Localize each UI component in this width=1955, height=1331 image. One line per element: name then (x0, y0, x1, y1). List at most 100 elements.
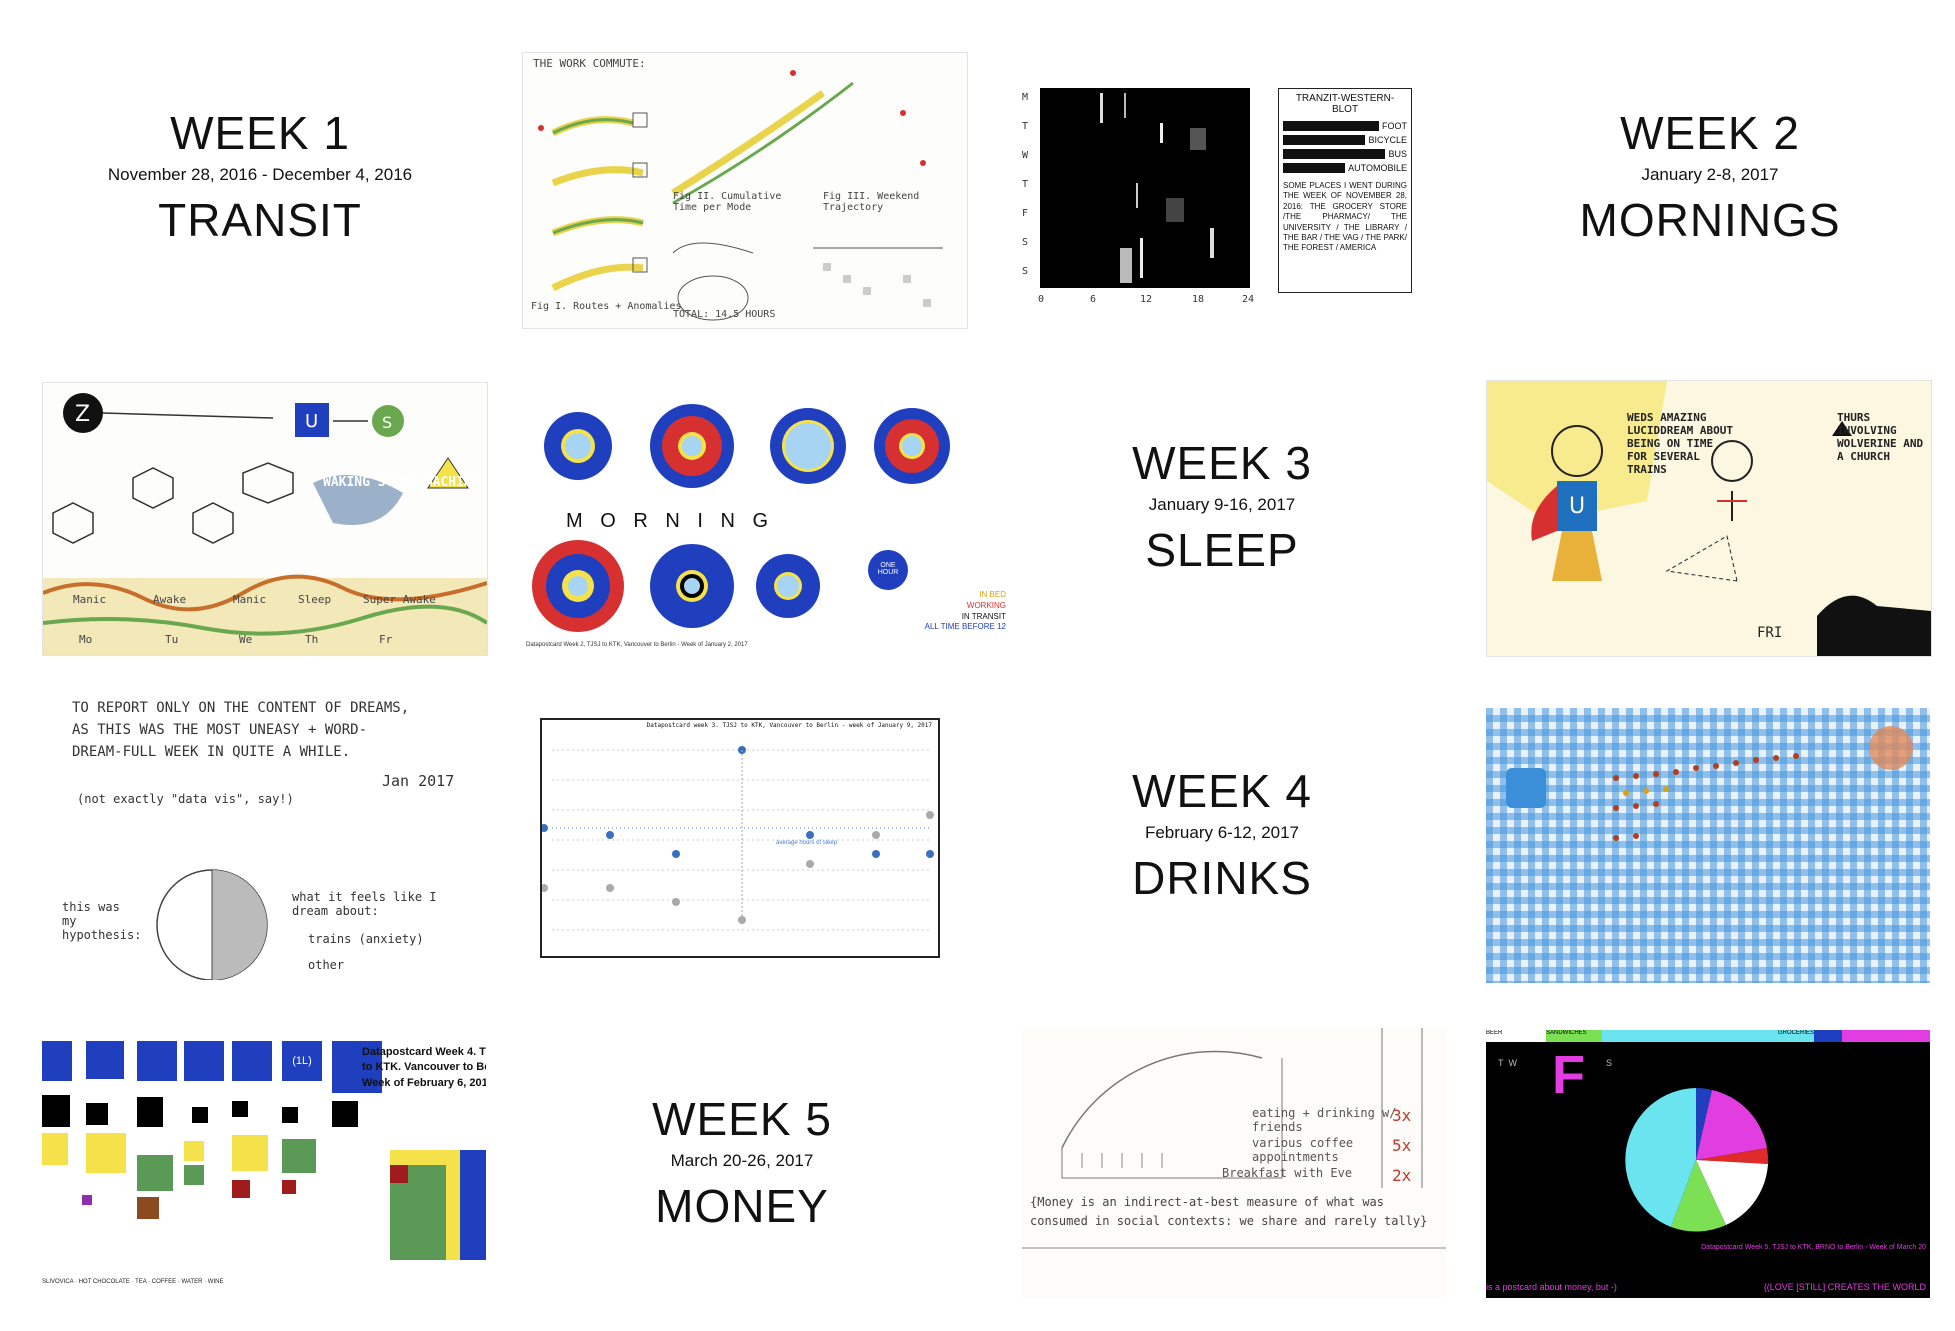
col-label: COFFEE (151, 1279, 177, 1285)
day-label: S (1022, 237, 1029, 248)
legend-item: FOOT (1382, 121, 1407, 131)
note-date: Jan 2017 (382, 772, 455, 790)
waking-state-machine-drawing: Z U S (43, 393, 487, 655)
drinks-gingham-card[interactable] (1486, 708, 1930, 983)
dream-note-left: WEDS AMAZING LUCIDDREAM ABOUT BEING ON T… (1627, 411, 1733, 476)
week-dates: March 20-26, 2017 (670, 1151, 814, 1170)
fig1-label: Fig I. Routes + Anomalies (531, 301, 682, 312)
tick-label: 12 (1140, 294, 1153, 305)
legend-item: BUS (1388, 149, 1407, 159)
day-label: We (239, 633, 253, 646)
day-label: T (1022, 179, 1029, 190)
sleep-dot-chart[interactable]: Datapostcard week 3. TJSJ to KTK, Vancou… (540, 718, 940, 958)
tick-label: 18 (1192, 294, 1205, 305)
week-4-label: WEEK 4 February 6-12, 2017 DRINKS (1022, 768, 1422, 901)
week-theme: MORNINGS (1579, 194, 1841, 246)
option-trains: trains (anxiety) (308, 932, 424, 946)
dream-note-right: THURS INVOLVING WOLVERINE AND A CHURCH (1837, 411, 1924, 463)
mornings-circles-card[interactable]: M O R N I N G ONE HOUR IN BED WORKING IN… (526, 390, 1006, 655)
money-count: 2x (1392, 1166, 1412, 1185)
dream-about-label: what it feels like I dream about: (292, 890, 437, 918)
legend-title: TRANZIT-WESTERN-BLOT (1295, 93, 1395, 115)
sleep-plot (542, 746, 934, 931)
legend-text: SOME PLACES I WENT DURING THE WEEK OF NO… (1283, 181, 1407, 253)
svg-text:U: U (1569, 494, 1585, 519)
week-3-label: WEEK 3 January 9-16, 2017 SLEEP (1022, 440, 1422, 573)
circles-footer: Datapostcard Week 2, TJSJ to KTK, Vancou… (526, 642, 748, 648)
day-label: Th (305, 633, 319, 646)
note-aside: (not exactly "data vis", say!) (77, 792, 294, 806)
state-label: Super Awake (363, 593, 436, 606)
avg-label: average hours of sleep (776, 840, 838, 846)
col-label: HOT CHOCOLATE (78, 1279, 130, 1285)
transit-legend-card[interactable]: TRANZIT-WESTERN-BLOT FOOT BICYCLE BUS AU… (1278, 88, 1412, 293)
day-label: Tu (165, 633, 179, 646)
sleep-sketch-card[interactable]: U WEDS AMAZING LUCIDDREAM ABOUT BEING ON… (1486, 380, 1932, 657)
col-label: WATER (181, 1279, 203, 1285)
svg-text:U: U (305, 411, 318, 432)
col-label: TEA (135, 1279, 147, 1285)
money-pie-card[interactable]: BEER SANDWICHES GROCERIES T W F S Datapo… (1486, 1030, 1930, 1298)
legend-item: AUTOMOBILE (1348, 163, 1407, 173)
legend-items: FOOT BICYCLE BUS AUTOMOBILE (1283, 119, 1407, 175)
state-label: Manic (73, 593, 107, 606)
col-label: WINE (207, 1279, 224, 1285)
sleep-note-card[interactable]: TO REPORT ONLY ON THE CONTENT OF DREAMS,… (62, 700, 482, 980)
fig2-label: Fig II. Cumulative Time per Mode (673, 191, 782, 213)
transit-sketch-card[interactable]: THE WORK COMMUTE: Fig I. Routes + Anomal… (522, 52, 968, 329)
fig3-label: Fig III. Weekend Trajectory (823, 191, 920, 213)
week-title: WEEK 5 (652, 1093, 832, 1145)
week-dates: February 6-12, 2017 (1144, 823, 1300, 842)
state-label: Awake (153, 593, 187, 606)
day-label: W (1022, 150, 1029, 161)
money-line: various coffee appointments (1252, 1136, 1354, 1164)
mornings-sketch-card[interactable]: Z U S WAKING STATE MACHINE Manic Awake M… (42, 382, 488, 656)
week-title: WEEK 2 (1620, 107, 1800, 159)
tick-label: 0 (1038, 294, 1045, 305)
morning-word: M O R N I N G (566, 510, 774, 532)
chart-plot (1040, 88, 1250, 288)
day-label: T (1022, 121, 1029, 132)
money-title: Datapostcard Week 5. TJSJ to KTK. BRNO t… (1701, 1244, 1926, 1251)
state-label: Manic (233, 593, 267, 606)
drinks-title: Datapostcard Week 4. TJSJ to KTK. Vancou… (362, 1046, 486, 1089)
money-line: Breakfast with Eve (1222, 1166, 1353, 1180)
week-theme: MONEY (655, 1180, 829, 1232)
money-line: eating + drinking w/ friends (1252, 1106, 1397, 1134)
transit-barcode-chart[interactable]: M T W T F S S 0 6 12 18 24 (1022, 88, 1254, 313)
legend-item: WORKING (966, 600, 1006, 610)
legend-item: IN BED (979, 590, 1006, 599)
total-label: TOTAL: 14.5 HOURS (673, 309, 776, 320)
money-count: 5x (1392, 1136, 1412, 1155)
day-label: Mo (79, 633, 93, 646)
legend-item: BICYCLE (1368, 135, 1407, 145)
state-machine-title: WAKING STATE MACHINE (323, 475, 480, 490)
col-label: SLIVOVICA (42, 1279, 74, 1285)
svg-text:S: S (382, 413, 392, 432)
money-sketch-card[interactable]: eating + drinking w/ friends various cof… (1022, 1028, 1446, 1298)
money-left-note: is a postcard about money, but -) (1486, 1282, 1617, 1292)
week-title: WEEK 3 (1132, 437, 1312, 489)
money-quote: {Money is an indirect-at-best measure of… (1030, 1195, 1428, 1229)
dream-day: FRI (1757, 625, 1783, 641)
week-5-label: WEEK 5 March 20-26, 2017 MONEY (542, 1096, 942, 1229)
money-pie-chart (1625, 1088, 1769, 1232)
week-theme: DRINKS (1132, 852, 1312, 904)
state-label: Sleep (298, 593, 332, 606)
drinks-drawing (1506, 726, 1913, 841)
week-dates: November 28, 2016 - December 4, 2016 (107, 165, 413, 184)
day-label: M (1022, 92, 1029, 103)
week-title: WEEK 4 (1132, 765, 1312, 817)
day-label: S (1022, 266, 1029, 277)
option-other: other (308, 958, 345, 972)
circle-legend: IN BED WORKING IN TRANSIT ALL TIME BEFOR… (916, 590, 1006, 633)
legend-item: IN TRANSIT (961, 611, 1006, 621)
note-line: TO REPORT ONLY ON THE CONTENT OF DREAMS, (72, 700, 410, 716)
money-count: 3x (1392, 1106, 1412, 1125)
week-dates: January 2-8, 2017 (1641, 165, 1779, 184)
week-theme: SLEEP (1145, 524, 1299, 576)
hypothesis-label: this was my hypothesis: (62, 900, 142, 942)
circle-row-bottom (532, 540, 908, 632)
day-label: Fr (379, 633, 393, 646)
drinks-blocks-card[interactable]: (1L) Datapostcard Week 4. TJSJ to KTK. V… (42, 1035, 486, 1297)
